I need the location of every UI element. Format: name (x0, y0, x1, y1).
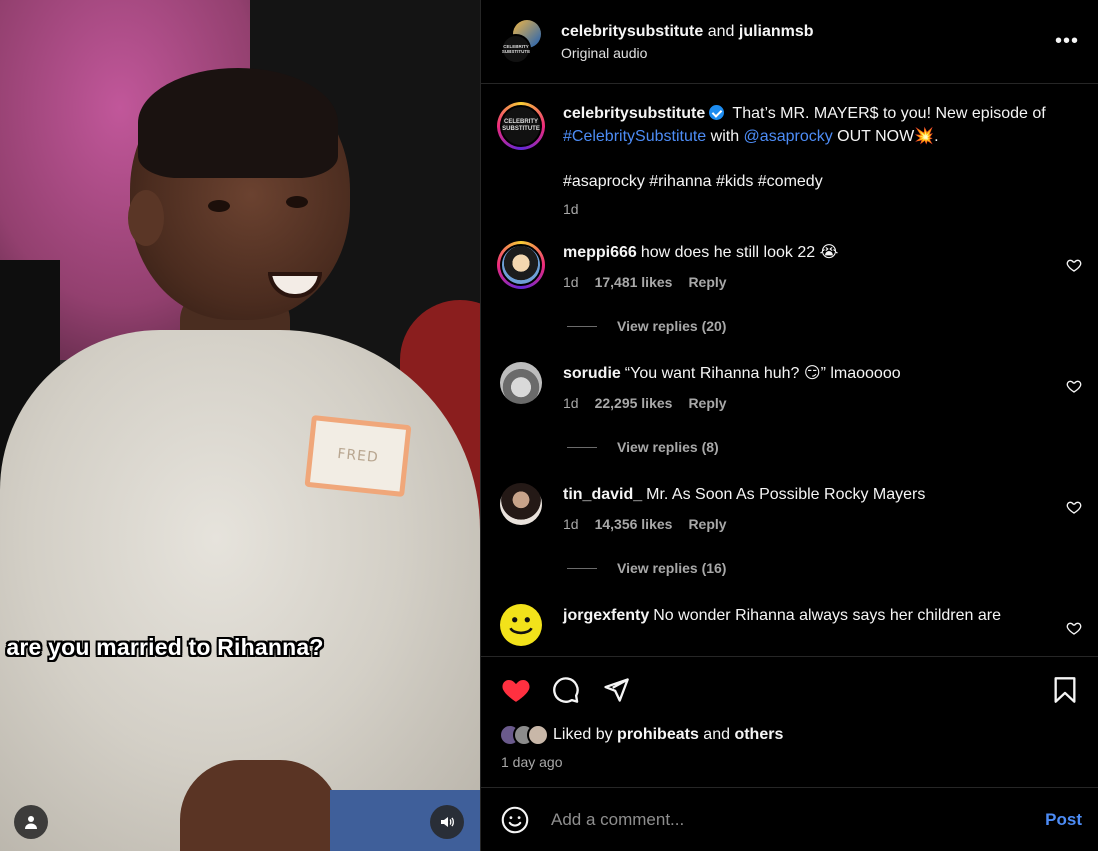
reply-button[interactable]: Reply (688, 274, 726, 290)
comment-time: 1d (563, 395, 579, 411)
likes-others-link[interactable]: others (734, 726, 783, 744)
name-tag: FRED (304, 414, 412, 498)
share-button[interactable] (599, 673, 633, 707)
verified-badge-icon (709, 105, 725, 120)
comment-avatar[interactable] (500, 483, 542, 525)
collab-avatars[interactable]: CELEBRITY SUBSTITUTE (499, 18, 543, 64)
caption: CELEBRITY SUBSTITUTE celebritysubstitute… (497, 102, 1098, 217)
caption-time: 1d (563, 201, 579, 217)
comment-input[interactable] (551, 809, 1046, 830)
post-header: CELEBRITY SUBSTITUTE celebritysubstitute… (481, 0, 1098, 84)
comment-item: sorudie “You want Rihanna huh? 😏” lmaoooo… (497, 362, 1098, 411)
comment-item: meppi666 how does he still look 22 😭 1d 17… (497, 241, 1098, 290)
like-button[interactable] (499, 673, 533, 707)
comment-button[interactable] (549, 673, 583, 707)
tagged-users-button[interactable] (14, 805, 48, 839)
comment-text: “You want Rihanna huh? 😏” lmaooooo (624, 365, 901, 382)
post-modal: FRED are you married to Rihanna? CELEBRI… (0, 0, 1098, 851)
video-frame: FRED (0, 0, 480, 851)
like-comment-heart-icon[interactable] (1066, 499, 1082, 515)
post-authors: celebritysubstitute and julianmsb (561, 22, 814, 40)
comment-text: Mr. As Soon As Possible Rocky Mayers (646, 486, 926, 503)
reply-button[interactable]: Reply (688, 516, 726, 532)
comment-bubble-icon (553, 677, 579, 703)
comment-likes[interactable]: 17,481 likes (595, 274, 673, 290)
caption-hashtags[interactable]: #asaprocky #rihanna #kids #comedy (563, 170, 1054, 193)
comments-list[interactable]: CELEBRITY SUBSTITUTE celebritysubstitute… (481, 84, 1098, 656)
audio-link[interactable]: Original audio (561, 45, 1052, 61)
video-player[interactable]: FRED are you married to Rihanna? (0, 0, 480, 851)
post-comment-button[interactable]: Post (1045, 810, 1082, 830)
speaker-icon (441, 817, 454, 827)
liker-username[interactable]: prohibeats (617, 726, 699, 744)
more-options-button[interactable]: ••• (1052, 27, 1082, 57)
like-comment-heart-icon[interactable] (1066, 378, 1082, 394)
paper-plane-icon (604, 678, 629, 702)
comment-likes[interactable]: 14,356 likes (595, 516, 673, 532)
like-comment-heart-icon[interactable] (1066, 257, 1082, 273)
caption-username[interactable]: celebritysubstitute (563, 105, 705, 122)
comment-time: 1d (563, 274, 579, 290)
add-comment-bar: Post (481, 787, 1098, 851)
post-time: 1 day ago (501, 754, 563, 770)
author-link-2[interactable]: julianmsb (739, 23, 814, 40)
comment-item: jorgexfenty No wonder Rihanna always says… (497, 604, 1098, 646)
comment-time: 1d (563, 516, 579, 532)
view-replies-button[interactable]: View replies (20) (567, 318, 1098, 334)
view-replies-button[interactable]: View replies (16) (567, 560, 1098, 576)
hashtag-link[interactable]: #CelebritySubstitute (563, 128, 706, 145)
comment-username[interactable]: tin_david_ (563, 486, 642, 503)
comment-avatar[interactable] (497, 241, 545, 289)
liked-by-summary[interactable]: Liked by prohibeats and others (499, 724, 1082, 746)
comment-username[interactable]: jorgexfenty (563, 607, 649, 624)
liker-avatars (499, 724, 549, 746)
user-icon (25, 816, 37, 829)
heart-filled-icon (502, 680, 530, 702)
author-link-1[interactable]: celebritysubstitute (561, 23, 703, 40)
comment-text: how does he still look 22 😭 (640, 244, 839, 261)
comment-avatar[interactable] (500, 362, 542, 404)
ellipsis-icon: ••• (1054, 30, 1079, 52)
reply-button[interactable]: Reply (688, 395, 726, 411)
bookmark-icon (1054, 677, 1076, 703)
comment-likes[interactable]: 22,295 likes (595, 395, 673, 411)
comment-text: No wonder Rihanna always says her childr… (653, 607, 1001, 624)
save-button[interactable] (1048, 673, 1082, 707)
caption-text: celebritysubstitute That’s MR. MAYER$ to… (563, 105, 1046, 145)
caption-avatar[interactable]: CELEBRITY SUBSTITUTE (497, 102, 545, 150)
avatar-celebritysubstitute: CELEBRITY SUBSTITUTE (501, 33, 531, 64)
emoji-icon[interactable] (501, 806, 529, 834)
post-actions: Liked by prohibeats and others 1 day ago (481, 656, 1098, 787)
mute-button[interactable] (430, 805, 464, 839)
comment-avatar[interactable] (500, 604, 542, 646)
mention-link[interactable]: @asaprocky (744, 128, 833, 145)
view-replies-button[interactable]: View replies (8) (567, 439, 1098, 455)
like-comment-heart-icon[interactable] (1066, 620, 1082, 636)
post-details-panel: CELEBRITY SUBSTITUTE celebritysubstitute… (480, 0, 1098, 851)
comment-item: tin_david_ Mr. As Soon As Possible Rocky … (497, 483, 1098, 532)
comment-username[interactable]: sorudie (563, 365, 621, 382)
comment-username[interactable]: meppi666 (563, 244, 637, 261)
smiley-icon (509, 617, 533, 635)
